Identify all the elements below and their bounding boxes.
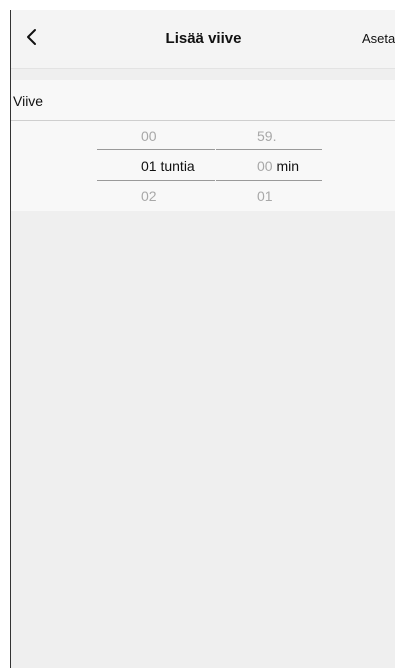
- hours-divider-top: [97, 149, 215, 150]
- page-title: Lisää viive: [165, 30, 242, 47]
- minutes-prev-value[interactable]: 59.: [257, 128, 276, 144]
- minutes-next-value[interactable]: 01: [257, 188, 273, 204]
- delay-section-header: Viive: [11, 80, 395, 121]
- minutes-selected-value: 00: [257, 158, 273, 174]
- minutes-divider-bottom: [216, 180, 322, 181]
- hours-unit: tuntia: [160, 158, 195, 174]
- hours-selected-value: 01: [141, 158, 157, 174]
- hours-next-value[interactable]: 02: [141, 188, 157, 204]
- set-button[interactable]: Aseta: [362, 31, 395, 46]
- delay-label: Viive: [13, 93, 44, 109]
- hours-selected[interactable]: 01 tuntia: [141, 158, 195, 174]
- screen: Lisää viive Aseta Viive 00 01 tuntia 02 …: [10, 10, 395, 668]
- header-bar: Lisää viive Aseta: [11, 10, 395, 69]
- time-picker[interactable]: 00 01 tuntia 02 59. 00 min 01: [11, 121, 395, 211]
- minutes-unit: min: [276, 158, 300, 174]
- minutes-divider-top: [216, 149, 322, 150]
- hours-divider-bottom: [97, 180, 215, 181]
- hours-prev-value[interactable]: 00: [141, 128, 157, 144]
- minutes-selected[interactable]: 00 min: [257, 158, 299, 174]
